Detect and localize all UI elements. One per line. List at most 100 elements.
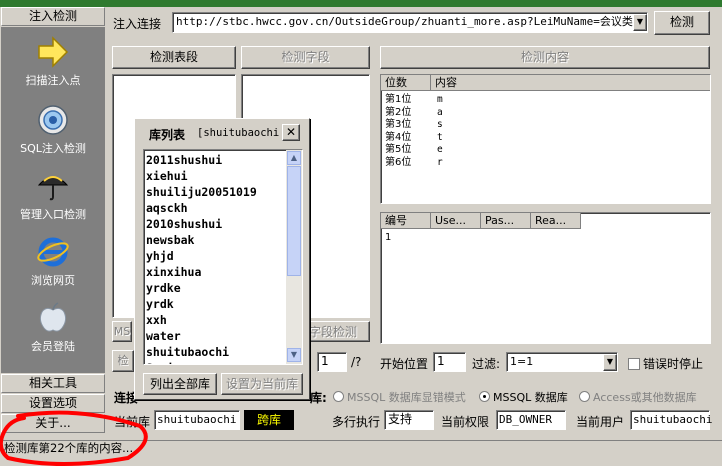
column-header[interactable]: 位数 (381, 75, 431, 91)
list-item[interactable]: Series (144, 360, 302, 364)
table-cell: t (437, 131, 443, 143)
radio-button[interactable] (479, 391, 490, 402)
scroll-thumb[interactable] (287, 166, 301, 276)
column-header[interactable]: Rea... (531, 213, 581, 229)
cross-db-button[interactable]: 跨库 (244, 410, 294, 430)
url-dropdown-button[interactable]: ▼ (633, 14, 647, 31)
table-cell: 第4位 (385, 131, 412, 143)
annotation-circle (0, 410, 148, 466)
filter-label: 过滤: (472, 357, 501, 371)
page-suffix: /? (351, 355, 362, 369)
sidebar-item-scan[interactable]: 扫描注入点 (1, 31, 105, 95)
list-item[interactable]: xxh (144, 312, 302, 328)
radio-button[interactable] (579, 391, 590, 402)
user-field: shuitubaochi (630, 410, 712, 430)
sidebar-item-login[interactable]: 会员登陆 (1, 297, 105, 361)
multi-exec-field: 支持 (384, 410, 434, 430)
list-item[interactable]: yrdke (144, 280, 302, 296)
table-cell: 第2位 (385, 106, 412, 118)
umbrella-icon (37, 176, 69, 201)
set-current-button[interactable]: 设置为当前库 (221, 373, 303, 395)
table-cell: r (437, 156, 443, 168)
list-item[interactable]: shuiliju20051019 (144, 184, 302, 200)
list-item[interactable]: newsbak (144, 232, 302, 248)
detect-content-button[interactable]: 检测内容 (380, 46, 710, 69)
table-cell: m (437, 94, 443, 105)
list-item[interactable]: yhjd (144, 248, 302, 264)
table-cell: 1 (385, 232, 392, 243)
table-cell: e (437, 144, 443, 155)
scroll-down-icon[interactable]: ▼ (287, 348, 301, 362)
dialog-title: 库列表 (149, 128, 186, 142)
list-item[interactable]: aqsckh (144, 200, 302, 216)
sidebar-item-label: SQL注入检测 (20, 142, 86, 155)
ms-button[interactable]: MS (112, 321, 132, 342)
title-strip (0, 0, 722, 7)
radio-label: MSSQL 数据库显错模式 (347, 391, 466, 404)
sidebar-item-admin[interactable]: 管理入口检测 (1, 165, 105, 229)
user-table[interactable]: 编号 Use... Pas... Rea... 1 (380, 212, 711, 344)
current-db-field[interactable]: shuitubaochi (154, 410, 240, 430)
sidebar-tab-injection[interactable]: 注入检测 (1, 7, 105, 26)
filter-dropdown-button[interactable]: ▼ (603, 354, 617, 371)
sidebar-item-label: 管理入口检测 (20, 208, 86, 221)
sidebar-item-browse[interactable]: 浏览网页 (1, 231, 105, 295)
multi-exec-label: 多行执行 (332, 415, 381, 429)
list-item[interactable]: xinxihua (144, 264, 302, 280)
radio-button[interactable] (333, 391, 344, 402)
content-table[interactable]: 位数 内容 第1位 m 第2位 a 第3位 s 第4位 t 第5位 e 第6位 r (380, 74, 711, 204)
arrow-right-icon (38, 36, 69, 68)
checkbox-label: 错误时停止 (643, 357, 704, 371)
detect-fields-button[interactable]: 检测字段 (241, 46, 370, 69)
sidebar-panel: 扫描注入点 SQL注入检测 管理入口检测 浏览网页 会员登陆 (1, 27, 105, 373)
filter-select[interactable]: 1=1 (506, 352, 618, 372)
table-cell: 第5位 (385, 144, 412, 155)
checkbox-box[interactable] (628, 358, 640, 370)
radio-access[interactable]: Access或其他数据库 (579, 389, 697, 405)
scroll-up-icon[interactable]: ▲ (287, 151, 301, 165)
perm-label: 当前权限 (441, 415, 490, 429)
column-header[interactable]: Use... (431, 213, 481, 229)
dialog-title-db: [shuitubaochi (197, 127, 280, 139)
stop-on-error-checkbox[interactable]: 错误时停止 (628, 355, 703, 372)
start-label: 开始位置 (380, 357, 429, 371)
start-input[interactable]: 1 (433, 352, 466, 372)
database-list-dialog: 库列表 [shuitubaochi ✕ 2011shushui xiehui shu… (134, 118, 310, 400)
db-type-label: 库: (310, 391, 327, 405)
list-item[interactable]: yrdk (144, 296, 302, 312)
list-item[interactable]: 2011shushui (144, 152, 302, 168)
close-icon[interactable]: ✕ (282, 124, 300, 141)
table-cell: s (437, 119, 443, 130)
detect-tables-button[interactable]: 检测表段 (112, 46, 236, 69)
list-item[interactable]: shuitubaochi (144, 344, 302, 360)
perm-field: DB_OWNER (496, 410, 566, 430)
scrollbar[interactable]: ▲ ▼ (286, 150, 302, 364)
list-all-button[interactable]: 列出全部库 (143, 373, 217, 395)
column-header[interactable]: Pas... (481, 213, 531, 229)
sidebar-item-label: 浏览网页 (31, 274, 75, 287)
column-header[interactable]: 内容 (431, 75, 710, 91)
user-label: 当前用户 (576, 415, 625, 429)
url-label: 注入连接 (113, 17, 162, 31)
database-items: 2011shushui xiehui shuiliju20051019 aqsckh 2… (144, 150, 302, 364)
check-button[interactable]: 检测 (654, 11, 710, 35)
sidebar-tab-tools[interactable]: 相关工具 (1, 374, 105, 393)
radio-mssql-error[interactable]: MSSQL 数据库显错模式 (333, 389, 466, 405)
database-list[interactable]: 2011shushui xiehui shuiliju20051019 aqsckh 2… (143, 149, 303, 365)
radio-label: Access或其他数据库 (593, 391, 697, 404)
url-input[interactable]: http://stbc.hwcc.gov.cn/OutsideGroup/zhu… (172, 12, 648, 33)
target-icon (38, 105, 68, 135)
detect-small-button[interactable]: 检 (112, 350, 134, 372)
apple-icon (39, 302, 67, 332)
list-item[interactable]: xiehui (144, 168, 302, 184)
radio-label: MSSQL 数据库 (493, 391, 568, 404)
browser-icon (37, 237, 69, 267)
list-item[interactable]: 2010shushui (144, 216, 302, 232)
column-header[interactable]: 编号 (381, 213, 431, 229)
radio-mssql[interactable]: MSSQL 数据库 (479, 389, 568, 405)
table-cell: 第1位 (385, 94, 412, 105)
sidebar-item-label: 扫描注入点 (25, 74, 81, 87)
page-input[interactable]: 1 (317, 352, 347, 372)
list-item[interactable]: water (144, 328, 302, 344)
sidebar-item-sql[interactable]: SQL注入检测 (1, 99, 105, 163)
